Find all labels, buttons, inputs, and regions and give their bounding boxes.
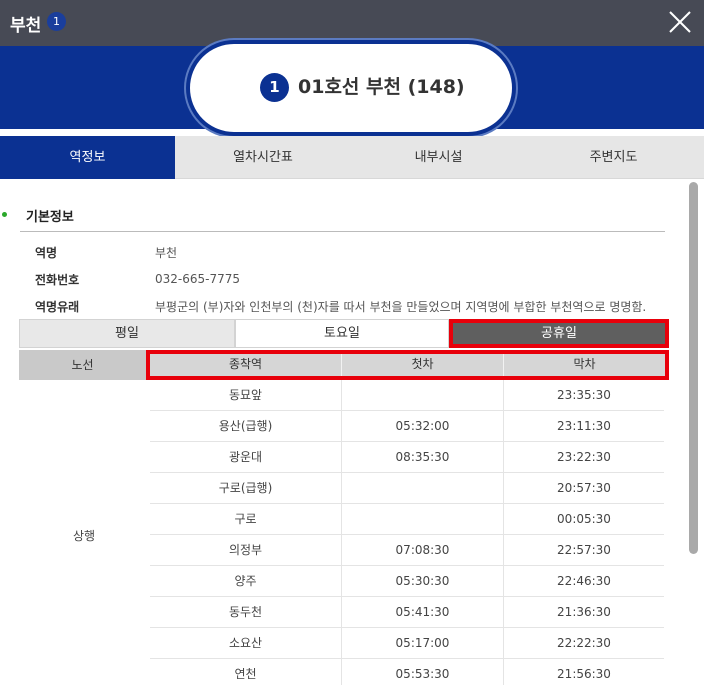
table-row: 광운대 08:35:30 23:22:30	[150, 442, 664, 473]
section-basic-info: 기본정보	[2, 206, 74, 225]
tab-timetable[interactable]: 열차시간표	[175, 136, 351, 179]
tab-weekday[interactable]: 평일	[19, 319, 235, 348]
first-train-cell: 07:08:30	[342, 535, 504, 565]
main-tabs: 역정보 열차시간표 내부시설 주변지도	[0, 136, 704, 179]
day-tabs: 평일 토요일 공휴일	[19, 319, 669, 349]
last-train-cell: 00:05:30	[557, 512, 611, 526]
first-train-cell: 05:41:30	[342, 597, 504, 627]
tab-holiday[interactable]: 공휴일	[449, 319, 669, 348]
first-train-cell	[342, 380, 504, 410]
first-train-cell	[342, 473, 504, 503]
first-train-cell: 05:30:30	[342, 566, 504, 596]
last-train-cell: 22:22:30	[557, 636, 611, 650]
table-row: 동묘앞 23:35:30	[150, 380, 664, 411]
tab-saturday[interactable]: 토요일	[235, 319, 449, 348]
section-title: 기본정보	[26, 210, 74, 225]
last-train-cell: 21:56:30	[557, 667, 611, 681]
terminal-cell: 소요산	[150, 628, 342, 658]
terminal-cell: 동묘앞	[150, 380, 342, 410]
terminal-cell: 용산(급행)	[150, 411, 342, 441]
station-banner: 1 01호선 부천 (148)	[0, 40, 704, 136]
last-train-cell: 20:57:30	[557, 481, 611, 495]
info-label-origin: 역명유래	[35, 300, 80, 314]
close-icon[interactable]	[667, 9, 693, 35]
station-name: 01호선 부천 (148)	[298, 76, 465, 98]
first-train-cell: 08:35:30	[342, 442, 504, 472]
tab-facilities[interactable]: 내부시설	[351, 136, 526, 179]
table-row: 용산(급행) 05:32:00 23:11:30	[150, 411, 664, 442]
info-label-name: 역명	[35, 246, 58, 260]
station-name-pill: 1 01호선 부천 (148)	[186, 40, 516, 136]
last-train-cell: 22:46:30	[557, 574, 611, 588]
terminal-cell: 구로	[150, 504, 342, 534]
line-number-badge: 1	[47, 12, 66, 31]
first-train-cell: 05:17:00	[342, 628, 504, 658]
header-line: 노선	[19, 350, 146, 380]
window-title: 부천	[10, 16, 42, 36]
table-row: 연천 05:53:30 21:56:30	[150, 659, 664, 685]
last-train-cell: 21:36:30	[557, 605, 611, 619]
terminal-cell: 동두천	[150, 597, 342, 627]
terminal-cell: 연천	[150, 659, 342, 685]
bullet-icon	[2, 212, 7, 217]
header-last-train: 막차	[573, 357, 596, 371]
terminal-cell: 광운대	[150, 442, 342, 472]
table-row: 소요산 05:17:00 22:22:30	[150, 628, 664, 659]
last-train-cell: 23:22:30	[557, 450, 611, 464]
last-train-cell: 23:11:30	[557, 419, 611, 433]
table-row: 구로 00:05:30	[150, 504, 664, 535]
header-terminal: 종착역	[150, 354, 342, 376]
first-train-cell: 05:53:30	[342, 659, 504, 685]
direction-label: 상행	[72, 529, 96, 543]
tab-station-info[interactable]: 역정보	[0, 136, 175, 179]
line-number-circle: 1	[260, 73, 289, 102]
terminal-cell: 구로(급행)	[150, 473, 342, 503]
scrollbar-thumb[interactable]	[689, 182, 698, 554]
first-train-cell	[342, 504, 504, 534]
header-first-train: 첫차	[342, 354, 504, 376]
table-row: 의정부 07:08:30 22:57:30	[150, 535, 664, 566]
table-row: 동두천 05:41:30 21:36:30	[150, 597, 664, 628]
first-train-cell: 05:32:00	[342, 411, 504, 441]
info-label-phone: 전화번호	[35, 273, 80, 287]
info-value-name: 부천	[155, 246, 178, 260]
last-train-cell: 23:35:30	[557, 388, 611, 402]
direction-cell: 상행	[19, 380, 149, 685]
terminal-cell: 의정부	[150, 535, 342, 565]
section-divider	[20, 231, 665, 232]
tab-nearby-map[interactable]: 주변지도	[526, 136, 701, 179]
table-row: 구로(급행) 20:57:30	[150, 473, 664, 504]
terminal-cell: 양주	[150, 566, 342, 596]
timetable-header: 노선 종착역 첫차 막차	[19, 350, 669, 380]
info-value-phone: 032-665-7775	[155, 272, 241, 286]
table-row: 양주 05:30:30 22:46:30	[150, 566, 664, 597]
info-value-origin: 부평군의 (부)자와 인천부의 (천)자를 따서 부천을 만들었으며 지역명에 …	[155, 300, 647, 314]
header-highlight: 종착역 첫차 막차	[146, 350, 669, 380]
last-train-cell: 22:57:30	[557, 543, 611, 557]
